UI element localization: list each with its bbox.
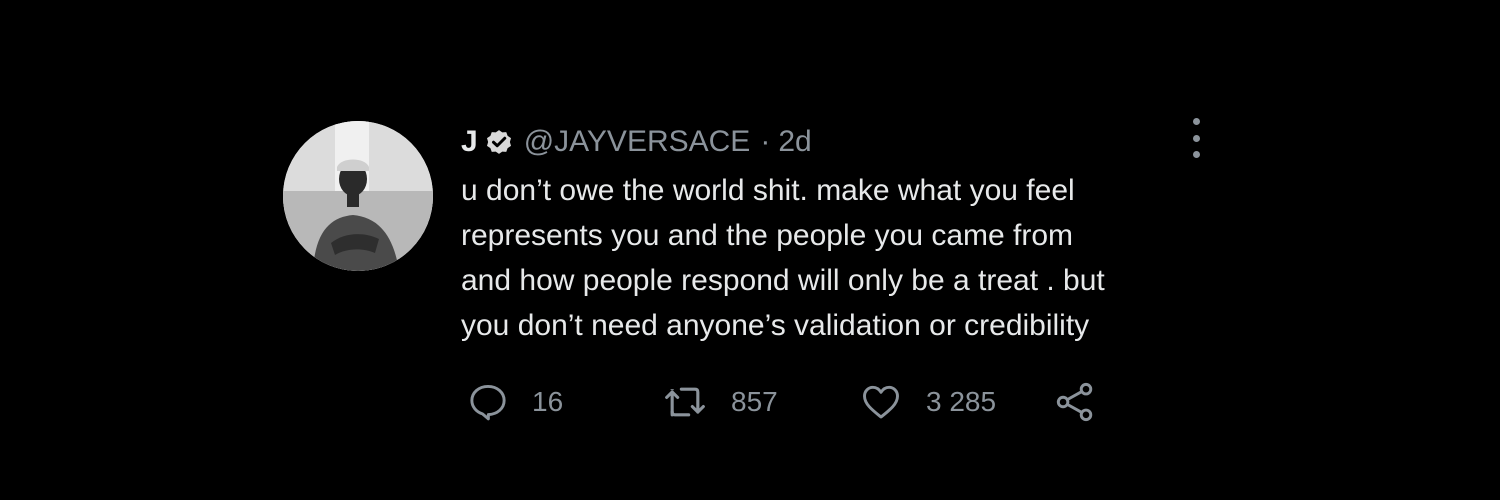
tweet-header: J @JAYVERSACE · 2d xyxy=(461,120,812,164)
display-name[interactable]: J xyxy=(461,125,478,159)
like-count: 3 285 xyxy=(926,386,997,417)
avatar[interactable] xyxy=(283,121,433,271)
tweet-text-line: represents you and the people you came f… xyxy=(461,219,1074,252)
retweet-icon xyxy=(665,387,705,417)
tweet-actions: 16 857 3 285 xyxy=(466,380,1226,424)
tweet-text-line: u don’t owe the world shit. make what yo… xyxy=(461,174,1075,207)
heart-icon xyxy=(863,385,899,419)
retweet-count: 857 xyxy=(731,386,778,417)
user-handle[interactable]: @JAYVERSACE xyxy=(524,125,751,159)
like-button[interactable]: 3 285 xyxy=(858,380,996,424)
reply-button[interactable]: 16 xyxy=(466,380,563,424)
avatar-photo xyxy=(283,121,433,271)
tweet-timestamp[interactable]: 2d xyxy=(778,125,811,159)
tweet-card[interactable]: J @JAYVERSACE · 2d u don’t owe the world… xyxy=(283,118,1223,438)
reply-icon xyxy=(470,384,506,421)
retweet-button[interactable]: 857 xyxy=(661,380,778,424)
verified-badge-icon xyxy=(484,127,514,157)
tweet-text-line: and how people respond will only be a tr… xyxy=(461,264,1105,297)
tweet-text: u don’t owe the world shit. make what yo… xyxy=(461,168,1221,348)
reply-count: 16 xyxy=(532,386,564,417)
share-icon xyxy=(1056,382,1093,422)
share-button[interactable] xyxy=(1053,380,1097,424)
tweet-text-line: you don’t need anyone’s validation or cr… xyxy=(461,309,1090,342)
header-separator: · xyxy=(760,125,771,158)
more-vertical-icon[interactable] xyxy=(1181,118,1211,158)
